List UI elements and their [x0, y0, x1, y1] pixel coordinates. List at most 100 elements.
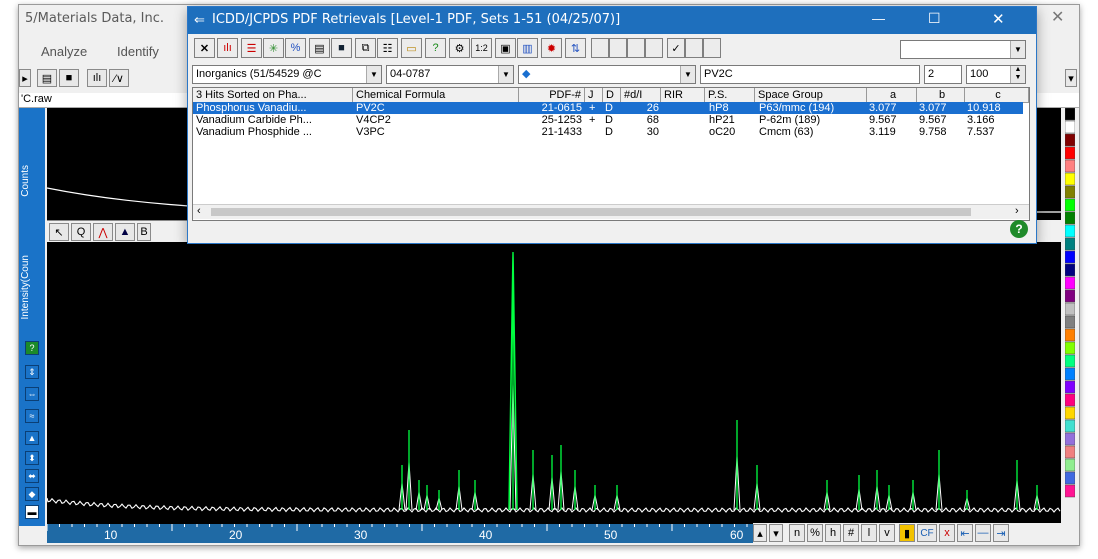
status-button-percent[interactable]: % [807, 524, 823, 542]
peak-area-icon[interactable]: ▲ [115, 223, 135, 241]
status-button-cf[interactable]: CF [917, 524, 937, 542]
column-header-phase[interactable]: 3 Hits Sorted on Pha... [193, 88, 353, 102]
help-icon[interactable]: ? [25, 341, 39, 355]
column-header-j[interactable]: J [585, 88, 603, 102]
chevron-down-icon[interactable]: ▼ [366, 66, 381, 83]
file-tab-label[interactable]: 'C.raw [21, 93, 52, 105]
column-header-ps[interactable]: P.S. [705, 88, 755, 102]
color-palette[interactable] [1064, 107, 1076, 528]
checkbox-4[interactable] [645, 38, 663, 58]
color-swatch-icon[interactable]: ▮ [899, 524, 915, 542]
checkbox-1[interactable] [591, 38, 609, 58]
element-select[interactable]: ◆ ▼ [518, 65, 696, 84]
formula-field[interactable]: PV2C [700, 65, 920, 84]
double-up-icon[interactable]: ≈ [25, 409, 39, 423]
checkbox-2[interactable] [609, 38, 627, 58]
table-row[interactable]: Vanadium Phosphide ... V3PC 21-1433 D 30 oC20… [193, 126, 1023, 138]
column-header-c[interactable]: c [965, 88, 1029, 102]
checkbox-checked-icon[interactable]: ✓ [667, 38, 685, 58]
close-x-icon[interactable]: ✕ [194, 38, 215, 58]
bar-chart-icon[interactable]: ılı [87, 69, 107, 87]
background-icon[interactable]: B [137, 223, 151, 241]
table-row[interactable]: Phosphorus Vanadiu... PV2C 21-0615 + D 26 hP8 P… [193, 102, 1023, 114]
first-icon[interactable]: ⇤ [957, 524, 973, 542]
status-button-v[interactable]: v [879, 524, 895, 542]
status-button-n[interactable]: n [789, 524, 805, 542]
peak-icon[interactable]: ⁄∨ [109, 69, 129, 87]
scroll-right-icon[interactable]: › [1015, 205, 1019, 217]
column-header-pdf[interactable]: PDF-# [519, 88, 585, 102]
column-header-formula[interactable]: Chemical Formula [353, 88, 519, 102]
toolbar-arrow-icon[interactable]: ▸ [19, 69, 31, 87]
save-icon[interactable]: ■ [59, 69, 79, 87]
list-icon[interactable]: ☰ [241, 38, 262, 58]
chevron-down-icon[interactable]: ▼ [498, 66, 513, 83]
checkbox-6[interactable] [703, 38, 721, 58]
text-list-icon[interactable]: ☷ [377, 38, 398, 58]
print-icon[interactable]: ▤ [37, 69, 57, 87]
main-close-icon[interactable]: ✕ [1051, 7, 1064, 27]
close-button[interactable]: ✕ [992, 10, 1005, 28]
open-folder-icon[interactable]: ▭ [401, 38, 422, 58]
up-arrow-icon[interactable]: ▲ [25, 431, 39, 445]
max-spinner[interactable]: 100 ▲ ▼ [966, 65, 1026, 84]
horizontal-scrollbar[interactable]: ‹ › [193, 204, 1029, 219]
save-icon[interactable]: ■ [331, 38, 352, 58]
percent-icon[interactable]: % [285, 38, 306, 58]
minimize-button[interactable]: — [872, 11, 885, 26]
column-header-b[interactable]: b [917, 88, 965, 102]
status-button-l[interactable]: l [861, 524, 877, 542]
column-header-space-group[interactable]: Space Group [755, 88, 867, 102]
updown-icon[interactable]: ⬍ [25, 451, 39, 465]
peak-fit-icon[interactable]: ⋀ [93, 223, 113, 241]
gear-icon[interactable]: ⚙ [449, 38, 470, 58]
print-icon[interactable]: ▤ [309, 38, 330, 58]
database-select[interactable]: Inorganics (51/54529 @C ▼ [192, 65, 382, 84]
pattern-plot-area[interactable] [46, 242, 1061, 524]
status-up-icon[interactable]: ▴ [753, 524, 767, 542]
column-header-rir[interactable]: RIR [661, 88, 705, 102]
sort-icon[interactable]: ⇅ [565, 38, 586, 58]
minus-icon[interactable]: — [975, 524, 991, 542]
menu-analyze[interactable]: Analyze [41, 44, 87, 59]
shift-icon[interactable]: ◆ [25, 487, 39, 501]
maximize-button[interactable]: ☐ [928, 10, 941, 27]
scrollbar-thumb[interactable] [211, 208, 971, 216]
checkbox-3[interactable] [627, 38, 645, 58]
status-button-x[interactable]: x [939, 524, 955, 542]
status-down-icon[interactable]: ▾ [769, 524, 783, 542]
zoom-icon[interactable]: Q [71, 223, 91, 241]
menu-identify[interactable]: Identify [117, 44, 159, 59]
dialog-title-bar[interactable]: ⇐ ICDD/JCPDS PDF Retrievals [Level-1 PDF… [188, 7, 1036, 34]
structure-icon[interactable]: ✳ [263, 38, 284, 58]
toolbar-down-icon[interactable]: ▾ [1065, 69, 1077, 87]
help-icon[interactable]: ? [425, 38, 446, 58]
copy-icon[interactable]: ⧉ [355, 38, 376, 58]
bar-chart-icon[interactable]: ılı [217, 38, 238, 58]
checkbox-5[interactable] [685, 38, 703, 58]
status-button-h[interactable]: h [825, 524, 841, 542]
last-icon[interactable]: ⇥ [993, 524, 1009, 542]
window-icon[interactable]: ▣ [495, 38, 516, 58]
select-cursor-icon[interactable]: ↖ [49, 223, 69, 241]
spinner-icon[interactable]: ▲ ▼ [1010, 66, 1025, 83]
pdf-number-select[interactable]: 04-0787 ▼ [386, 65, 514, 84]
expand-icon[interactable]: ⇔ [25, 387, 39, 401]
chevron-down-icon[interactable]: ▼ [1010, 41, 1025, 58]
column-header-di[interactable]: #d/I [621, 88, 661, 102]
bottom-icon[interactable]: ▬ [25, 505, 39, 519]
column-header-a[interactable]: a [867, 88, 917, 102]
status-button-hash[interactable]: # [843, 524, 859, 542]
right-dropdown[interactable]: ▼ [900, 40, 1026, 59]
scroll-left-icon[interactable]: ‹ [197, 205, 201, 217]
chevron-down-icon[interactable]: ▼ [680, 66, 695, 83]
column-header-d[interactable]: D [603, 88, 621, 102]
ratio-button[interactable]: 1:2 [471, 38, 492, 58]
dialog-help-icon[interactable]: ? [1010, 220, 1028, 238]
star-icon[interactable]: ✹ [541, 38, 562, 58]
leftright-icon[interactable]: ⬌ [25, 469, 39, 483]
table-row[interactable]: Vanadium Carbide Ph... V4CP2 25-1253 + D 68 hP… [193, 114, 1023, 126]
count-field[interactable]: 2 [924, 65, 962, 84]
color-bars-icon[interactable]: ▥ [517, 38, 538, 58]
zoom-fit-icon[interactable]: ⇕ [25, 365, 39, 379]
